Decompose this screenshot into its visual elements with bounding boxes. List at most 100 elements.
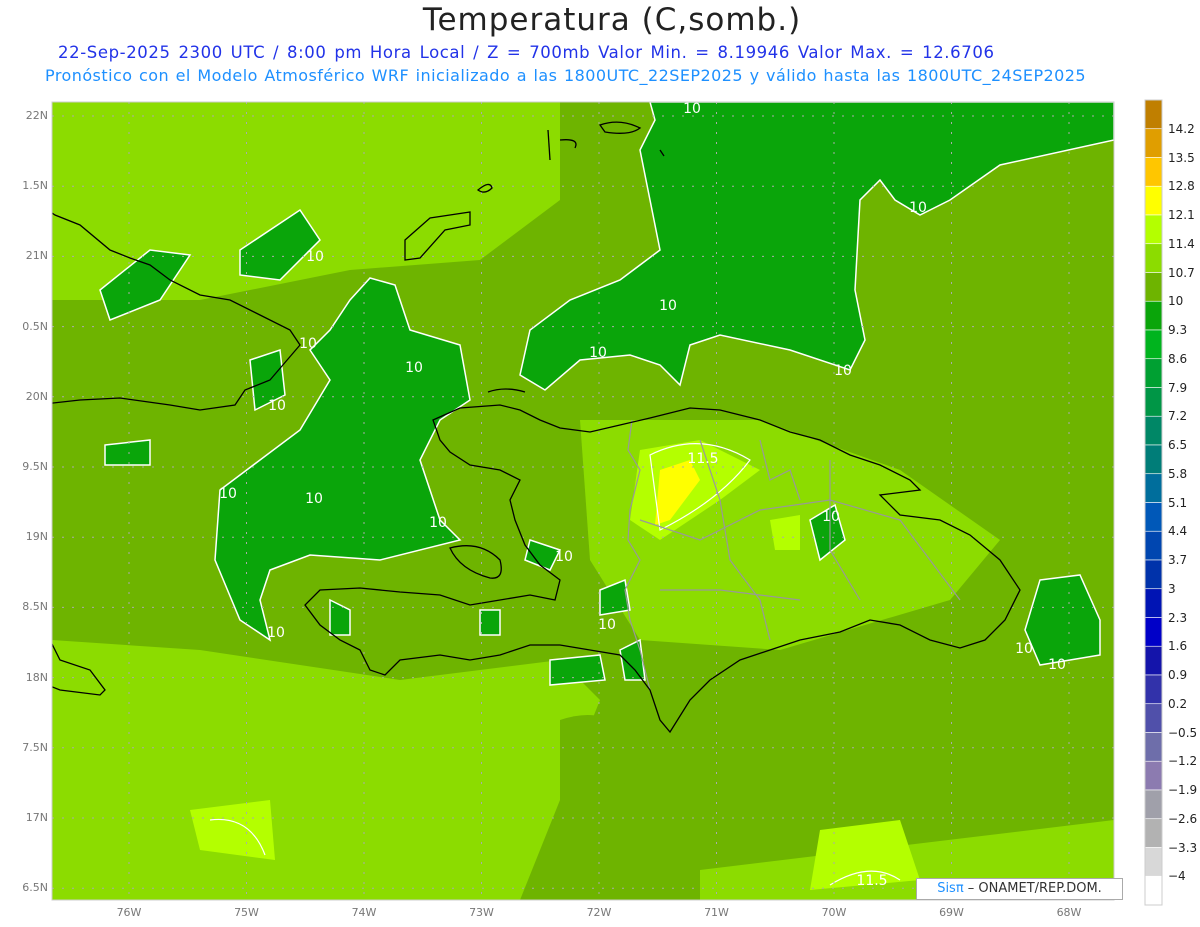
colorbar-label: 1.6 (1168, 639, 1188, 654)
colorbar-label: 4.4 (1168, 524, 1188, 539)
lat-label: 18N (25, 670, 48, 684)
lon-label: 72W (586, 906, 612, 919)
colorbar-bin (1144, 847, 1163, 877)
colorbar-bin (1144, 185, 1163, 216)
contour-label: 10 (268, 398, 286, 414)
contour-label: 10 (267, 625, 285, 641)
lat-label: 8.5N (22, 600, 48, 614)
contour-label: 10 (589, 345, 607, 361)
lon-label: 69W (939, 906, 964, 919)
colorbar-bin (1144, 732, 1163, 762)
colorbar-bin (1144, 157, 1163, 187)
contour-label: 10 (429, 515, 447, 531)
lat-label: 17N (25, 811, 48, 824)
contour-label: 10 (598, 617, 616, 633)
colorbar-label: 7.9 (1168, 380, 1188, 395)
colorbar-label: −0.5 (1168, 725, 1198, 740)
colorbar-label: 8.6 (1168, 351, 1188, 366)
colorbar-label: 9.3 (1168, 323, 1188, 337)
colorbar-label: 7.2 (1168, 409, 1188, 424)
colorbar-label: −4 (1168, 869, 1186, 884)
colorbar-label: 14.2 (1168, 121, 1195, 136)
lat-label: 1.5N (22, 179, 48, 193)
colorbar-label: 3.7 (1168, 553, 1188, 567)
colorbar-bin (1144, 387, 1163, 417)
colorbar-bin (1144, 473, 1163, 503)
lon-label: 74W (351, 906, 377, 919)
colorbar-label: 10 (1168, 294, 1184, 309)
lon-label: 73W (469, 906, 494, 919)
colorbar-label: −2.6 (1168, 811, 1198, 826)
colorbar-bin (1144, 703, 1163, 733)
colorbar-label: 10.7 (1168, 265, 1195, 280)
contour-label: 10 (1015, 641, 1033, 657)
colorbar-bin (1144, 272, 1163, 302)
contour-label: 10 (822, 509, 840, 525)
contour-label: 10 (834, 363, 852, 379)
colorbar-bin (1144, 243, 1163, 273)
colorbar-label: 0.9 (1168, 668, 1188, 682)
lat-label: 7.5N (22, 740, 48, 754)
colorbar-label: 12.1 (1168, 208, 1195, 222)
contour-label: 10 (306, 249, 324, 265)
colorbar-label: 5.1 (1168, 495, 1188, 510)
colorbar-bin (1144, 300, 1163, 331)
contour-label: 10 (659, 298, 677, 314)
lon-label: 75W (234, 906, 259, 919)
colorbar-label: −1.2 (1168, 754, 1198, 769)
colorbar-bin (1144, 415, 1163, 446)
lat-label: 0.5N (22, 319, 48, 333)
colorbar-label: 13.5 (1168, 150, 1195, 165)
colorbar-label: 6.5 (1168, 438, 1188, 452)
colorbar-bin (1144, 617, 1163, 647)
colorbar-label: 3 (1168, 581, 1176, 596)
onamet-text: – ONAMET/REP.DOM. (963, 881, 1102, 896)
lat-label: 21N (25, 249, 48, 263)
colorbar-bin (1144, 674, 1163, 705)
contour-label: 10 (1048, 657, 1066, 673)
colorbar-bin (1144, 875, 1163, 906)
lon-label: 68W (1056, 906, 1082, 919)
colorbar-bin (1144, 214, 1163, 245)
colorbar-label: −3.3 (1168, 840, 1198, 855)
lat-label: 19N (25, 530, 48, 544)
colorbar-bin (1144, 358, 1163, 388)
colorbar-bin (1144, 789, 1163, 820)
contour-label: 11.5 (687, 451, 718, 467)
contour-label: 10 (305, 491, 323, 507)
colorbar-bin (1144, 329, 1163, 360)
colorbar-bin (1144, 760, 1163, 791)
temperature-map: 10 10 10 10 10 10 10 10 10 10 10 10 10 10 10 10 10 10 11.5… (51, 99, 1163, 906)
colorbar-bin (1144, 128, 1163, 158)
contour-label: 10 (405, 360, 423, 376)
lat-label: 20N (25, 389, 48, 403)
colorbar-label: 12.8 (1168, 179, 1195, 194)
contour-label: 10 (683, 101, 701, 117)
colorbar-label: 11.4 (1168, 236, 1195, 251)
contour-label: 10 (909, 200, 927, 216)
colorbar-bin (1144, 588, 1163, 618)
colorbar-bin (1144, 818, 1163, 848)
colorbar (1144, 99, 1163, 906)
lon-label: 76W (116, 906, 142, 919)
lon-label: 71W (704, 906, 729, 919)
colorbar-bin (1144, 559, 1163, 590)
colorbar-bin (1144, 502, 1163, 532)
colorbar-label: −1.9 (1168, 783, 1198, 797)
contour-label: 11.5 (856, 873, 887, 889)
lat-label: 22N (25, 109, 48, 122)
sispi-logo-text: Sisπ (937, 881, 964, 896)
colorbar-bin (1144, 444, 1163, 475)
colorbar-label: 2.3 (1168, 610, 1188, 625)
lat-label: 6.5N (22, 881, 48, 895)
colorbar-bin (1144, 99, 1163, 130)
onamet-logo: Sisπ – ONAMET/REP.DOM. (916, 878, 1123, 900)
colorbar-label: 0.2 (1168, 696, 1188, 711)
contour-label: 10 (555, 549, 573, 565)
colorbar-bin (1144, 645, 1163, 676)
colorbar-bin (1144, 530, 1163, 561)
lat-label: 9.5N (22, 460, 48, 473)
lon-label: 70W (821, 906, 847, 919)
contour-label: 10 (219, 486, 237, 502)
colorbar-label: 5.8 (1168, 466, 1188, 481)
